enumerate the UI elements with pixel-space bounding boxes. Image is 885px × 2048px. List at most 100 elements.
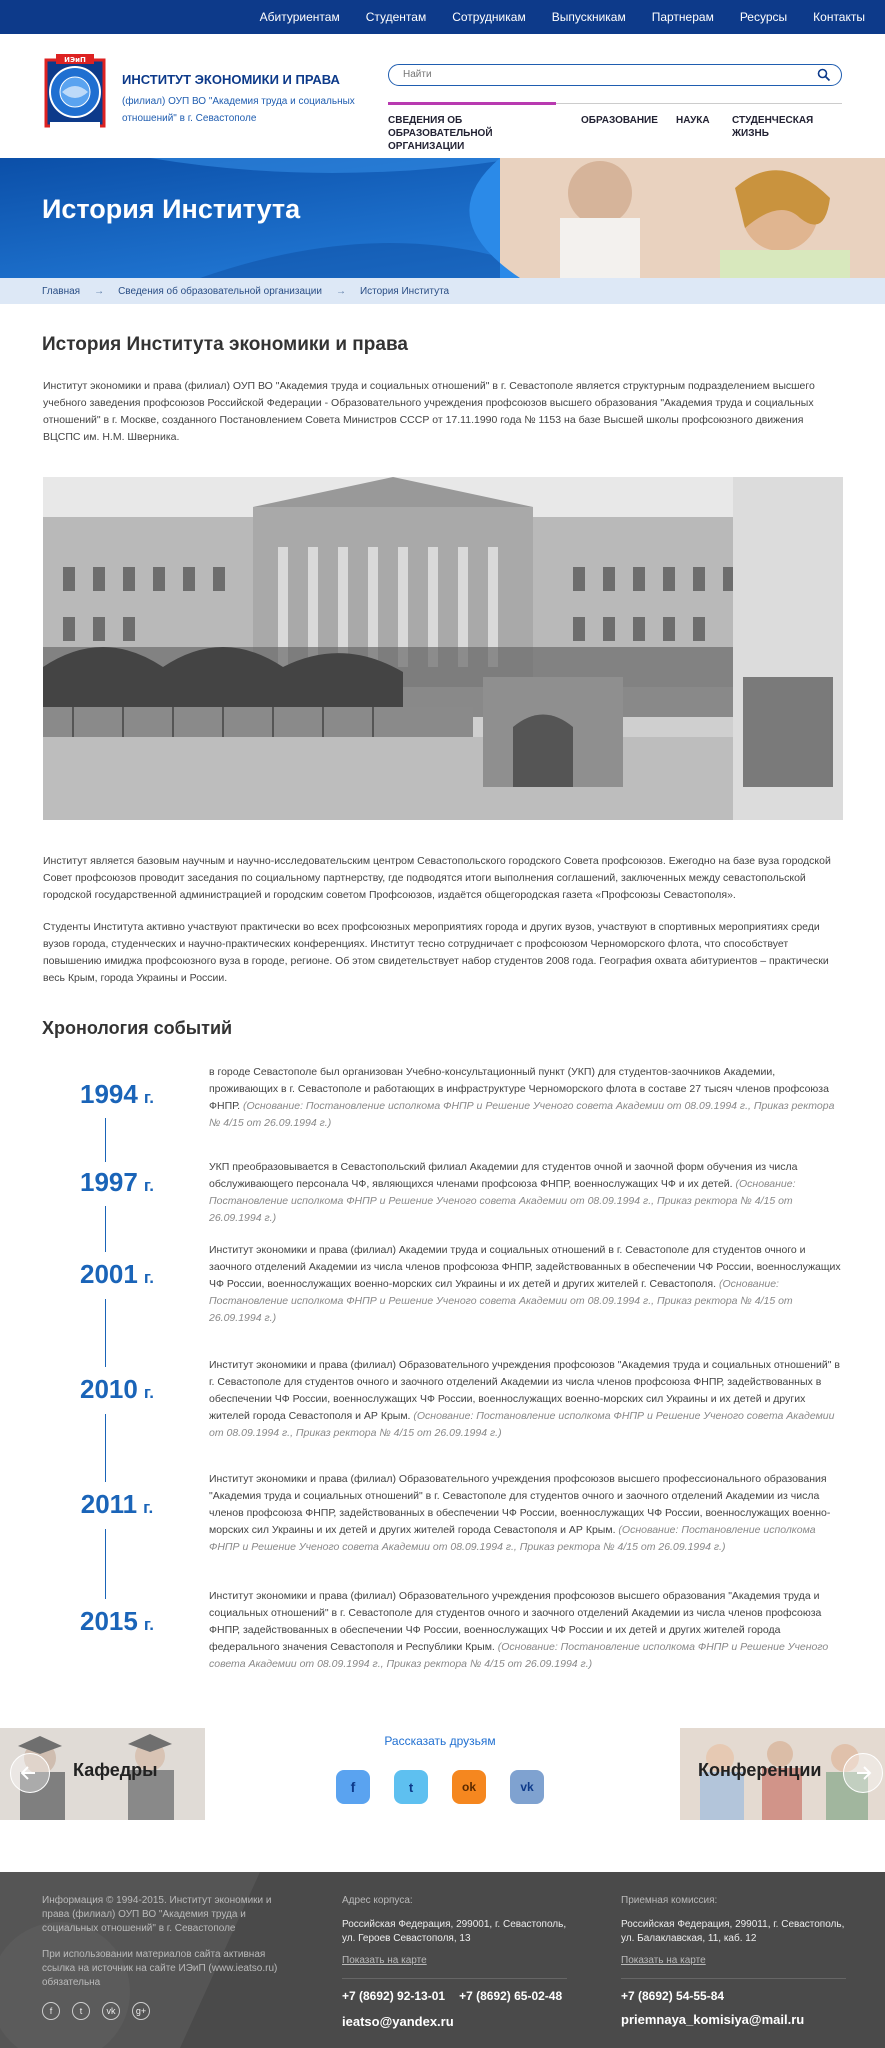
share-title: Рассказать друзьям <box>384 1734 496 1748</box>
paragraph-2: Институт является базовым научным и науч… <box>43 855 831 901</box>
top-nav-resources[interactable]: Ресурсы <box>740 10 787 24</box>
vk-share-button[interactable]: vk <box>510 1770 544 1804</box>
footer-notice: При использовании материалов сайта актив… <box>42 1949 278 1988</box>
timeline-year-value: 2001 <box>80 1259 138 1289</box>
logo-text: ИЭиП <box>64 56 86 64</box>
arrow-right-icon: → <box>94 285 105 297</box>
top-nav-contacts[interactable]: Контакты <box>813 10 865 24</box>
top-nav-graduates[interactable]: Выпускникам <box>552 10 626 24</box>
breadcrumb-about[interactable]: Сведения об образовательной организации <box>118 286 322 297</box>
timeline-connector <box>105 1414 106 1482</box>
footer-address-block: Адрес корпуса: Российская Федерация, 299… <box>342 1894 567 2029</box>
main-nav: СВЕДЕНИЯ ОБ ОБРАЗОВАТЕЛЬНОЙ ОРГАНИЗАЦИИ … <box>388 96 842 156</box>
phone-3[interactable]: +7 (8692) 54-55-84 <box>621 1989 846 2003</box>
top-nav-students[interactable]: Студентам <box>366 10 427 24</box>
twitter-share-button[interactable]: t <box>394 1770 428 1804</box>
address-label: Адрес корпуса: <box>342 1895 413 1906</box>
nav-item-student-life[interactable]: СТУДЕНЧЕСКАЯ ЖИЗНЬ <box>732 114 842 140</box>
twitter-icon: t <box>408 1779 414 1795</box>
breadcrumb: Главная → Сведения об образовательной ор… <box>0 278 885 304</box>
twitter-icon[interactable]: t <box>72 2002 90 2020</box>
timeline-year-suffix: г. <box>143 1498 154 1517</box>
admission-label: Приемная комиссия: <box>621 1895 718 1906</box>
timeline-year: 2015 г. <box>42 1606 192 1637</box>
google-plus-icon[interactable]: g+ <box>132 2002 150 2020</box>
show-map-link[interactable]: Показать на карте <box>342 1955 427 1966</box>
footer-divider <box>342 1978 567 1979</box>
search-icon[interactable] <box>817 68 831 82</box>
timeline-year-value: 1997 <box>80 1167 138 1197</box>
timeline-year-suffix: г. <box>143 1383 154 1402</box>
breadcrumb-home[interactable]: Главная <box>42 286 80 297</box>
search-box <box>388 64 842 86</box>
address-text: Российская Федерация, 299001, г. Севасто… <box>342 1919 567 1944</box>
vk-icon[interactable]: vk <box>102 2002 120 2020</box>
footer-info: Информация © 1994-2015. Институт экономи… <box>42 1894 282 2020</box>
odnoklassniki-icon: ok <box>461 1780 476 1794</box>
facebook-share-button[interactable]: f <box>336 1770 370 1804</box>
paragraph-3: Студенты Института активно участвуют пра… <box>43 921 829 984</box>
brand-subtitle: (филиал) ОУП ВО "Академия труда и социал… <box>122 96 355 124</box>
show-map-link-2[interactable]: Показать на карте <box>621 1955 706 1966</box>
nav-active-indicator <box>388 102 556 105</box>
timeline-year-value: 2015 <box>80 1606 138 1636</box>
arrow-right-icon[interactable] <box>843 1753 883 1793</box>
institute-logo[interactable]: ИЭиП <box>42 52 108 136</box>
bottom-promo: Кафедры Рассказать друзьям f t ok vk Кон… <box>0 1728 885 1824</box>
footer-divider <box>621 1978 846 1979</box>
search-input[interactable] <box>403 69 783 80</box>
top-nav: Абитуриентам Студентам Сотрудникам Выпус… <box>260 0 865 34</box>
footer: Информация © 1994-2015. Институт экономи… <box>0 1872 885 2048</box>
arrow-right-icon: → <box>335 285 346 297</box>
historic-building-photo <box>43 477 843 820</box>
timeline-year-suffix: г. <box>143 1088 154 1107</box>
timeline-entry: Институт экономики и права (филиал) Акад… <box>209 1242 844 1327</box>
brand-title[interactable]: ИНСТИТУТ ЭКОНОМИКИ И ПРАВА <box>122 72 362 88</box>
email-1[interactable]: ieatso@yandex.ru <box>342 2015 567 2029</box>
share-buttons: f t ok vk <box>290 1770 590 1804</box>
departments-card[interactable]: Кафедры <box>0 1728 205 1820</box>
phone-1[interactable]: +7 (8692) 92-13-01 <box>342 1989 445 2003</box>
timeline-entry: Институт экономики и права (филиал) Обра… <box>209 1588 844 1673</box>
intro-paragraph: Институт экономики и права (филиал) ОУП … <box>43 380 815 443</box>
timeline-connector <box>105 1206 106 1252</box>
timeline-entry-text: УКП преобразовывается в Севастопольский … <box>209 1161 798 1190</box>
conferences-card-label: Конференции <box>698 1760 822 1780</box>
timeline-year-value: 2011 <box>80 1489 138 1519</box>
timeline-year: 2001 г. <box>42 1259 192 1290</box>
share-block: Рассказать друзьям f t ok vk <box>290 1728 590 1804</box>
departments-card-label: Кафедры <box>73 1760 158 1780</box>
timeline-year-suffix: г. <box>143 1268 154 1287</box>
timeline-year-value: 2010 <box>80 1374 138 1404</box>
facebook-icon[interactable]: f <box>42 2002 60 2020</box>
top-nav-staff[interactable]: Сотрудникам <box>452 10 525 24</box>
breadcrumb-current: История Института <box>359 285 450 297</box>
timeline-entry-note: (Основание: Постановление исполкома ФНПР… <box>209 1100 835 1129</box>
admission-address: Российская Федерация, 299011, г. Севасто… <box>621 1919 845 1944</box>
timeline-year-suffix: г. <box>143 1615 154 1634</box>
timeline-year: 2011 г. <box>42 1489 192 1520</box>
arrow-left-icon[interactable] <box>10 1753 50 1793</box>
page-heading: История Института экономики и права <box>42 334 408 355</box>
hero-title: История Института <box>42 194 301 224</box>
email-2[interactable]: priemnaya_komisiya@mail.ru <box>621 2013 846 2027</box>
timeline-entry: Институт экономики и права (филиал) Обра… <box>209 1471 844 1556</box>
nav-item-education[interactable]: ОБРАЗОВАНИЕ <box>581 114 658 127</box>
conferences-card[interactable]: Конференции <box>680 1728 885 1820</box>
top-nav-applicants[interactable]: Абитуриентам <box>260 10 340 24</box>
timeline-entry: в городе Севастополе был организован Уче… <box>209 1064 844 1132</box>
nav-item-science[interactable]: НАУКА <box>676 114 710 127</box>
timeline-entry: УКП преобразовывается в Севастопольский … <box>209 1159 844 1227</box>
phone-2[interactable]: +7 (8692) 65-02-48 <box>459 1989 562 2003</box>
hero-banner: История Института <box>0 158 885 278</box>
footer-admission-block: Приемная комиссия: Российская Федерация,… <box>621 1894 846 2027</box>
nav-item-about[interactable]: СВЕДЕНИЯ ОБ ОБРАЗОВАТЕЛЬНОЙ ОРГАНИЗАЦИИ <box>388 114 558 153</box>
timeline-year: 2010 г. <box>42 1374 192 1405</box>
odnoklassniki-share-button[interactable]: ok <box>452 1770 486 1804</box>
footer-social: f t vk g+ <box>42 2002 282 2020</box>
header: ИЭиП ИНСТИТУТ ЭКОНОМИКИ И ПРАВА (филиал)… <box>0 34 885 158</box>
top-nav-partners[interactable]: Партнерам <box>652 10 714 24</box>
timeline-connector <box>105 1299 106 1367</box>
brand: ИНСТИТУТ ЭКОНОМИКИ И ПРАВА (филиал) ОУП … <box>122 72 362 127</box>
timeline-entry: Институт экономики и права (филиал) Обра… <box>209 1357 844 1442</box>
